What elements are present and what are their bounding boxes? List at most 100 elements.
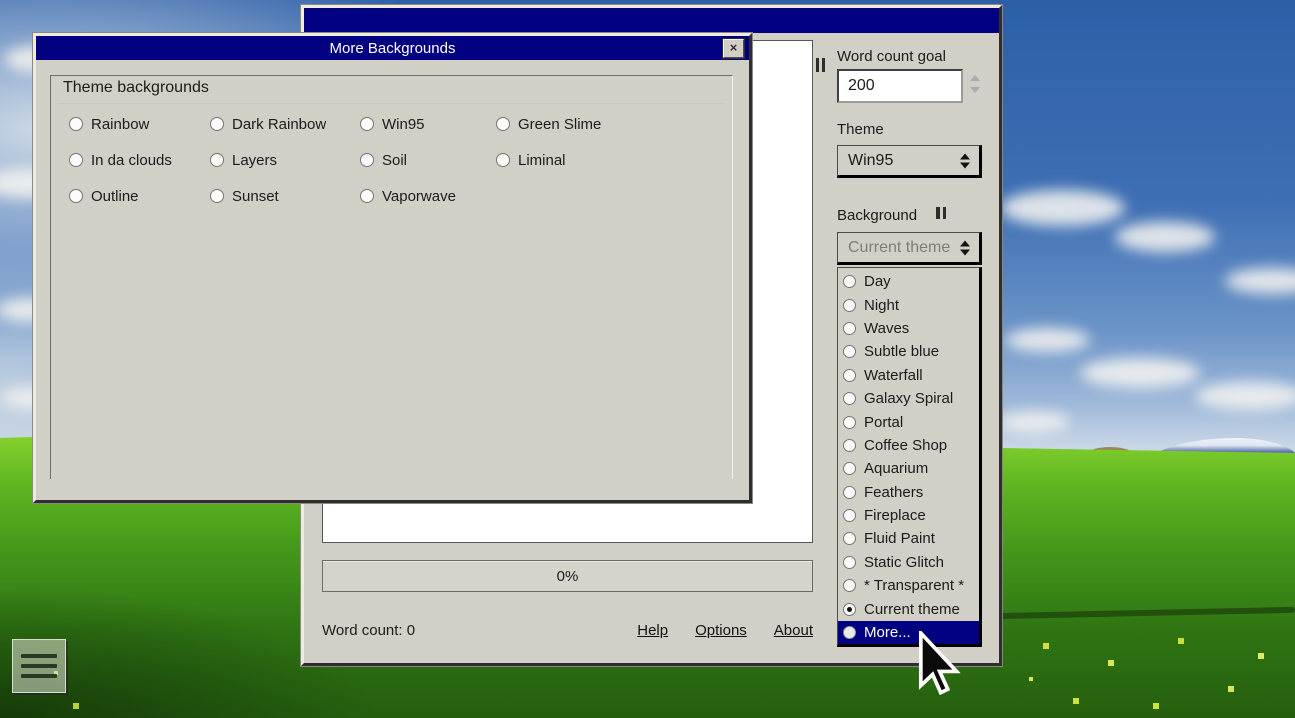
theme-background-option[interactable]: Rainbow	[69, 116, 210, 133]
cloud	[1005, 328, 1090, 352]
background-option-label: Subtle blue	[864, 343, 940, 361]
radio-icon	[843, 275, 856, 289]
theme-select[interactable]: Win95	[837, 145, 982, 178]
theme-background-option-label: Vaporwave	[382, 187, 456, 205]
background-option[interactable]: Coffee Shop	[838, 434, 979, 457]
hamburger-icon	[21, 654, 57, 678]
background-option[interactable]: Night	[838, 293, 979, 316]
theme-background-option-label: Green Slime	[518, 115, 602, 133]
desktop-menu-button[interactable]	[12, 639, 66, 693]
footer-links: Help Options About	[637, 622, 813, 639]
footer-link[interactable]: Options	[695, 622, 747, 639]
pause-icon[interactable]	[816, 58, 825, 72]
select-arrows-icon	[960, 153, 970, 168]
radio-icon	[496, 117, 510, 131]
desktop: 0% Word count: 0 Help Options About Word c…	[0, 0, 1295, 718]
theme-background-option-label: Outline	[91, 187, 139, 205]
background-option-label: * Transparent *	[864, 577, 965, 595]
theme-background-option[interactable]: Green Slime	[496, 115, 602, 133]
footer-row: Word count: 0 Help Options About	[322, 622, 813, 639]
theme-background-option[interactable]: Vaporwave	[360, 187, 496, 205]
spinner-up-icon[interactable]	[970, 75, 981, 82]
background-label: Background	[837, 207, 918, 224]
radio-icon	[843, 298, 856, 312]
background-option-label: Fireplace	[864, 507, 926, 525]
theme-background-option-label: Liminal	[518, 151, 566, 169]
radio-icon	[496, 153, 510, 167]
theme-background-option-label: Sunset	[232, 187, 279, 205]
word-count-progressbar: 0%	[322, 560, 813, 592]
cloud	[1000, 190, 1125, 226]
background-options-list: Day Night Waves Subtle blue Waterfall Ga…	[837, 267, 982, 647]
theme-select-value: Win95	[848, 151, 894, 169]
radio-icon	[843, 321, 856, 335]
theme-background-option[interactable]: Liminal	[496, 151, 601, 169]
radio-icon	[210, 117, 224, 131]
background-option[interactable]: Static Glitch	[838, 551, 979, 574]
radio-icon	[843, 532, 856, 546]
main-window-titlebar[interactable]	[304, 8, 999, 33]
background-option[interactable]: Fluid Paint	[838, 527, 979, 550]
more-backgrounds-dialog: More Backgrounds × Theme backgrounds Rai…	[33, 33, 752, 503]
radio-icon	[210, 189, 224, 203]
word-count-goal-input[interactable]	[837, 69, 963, 103]
radio-icon	[69, 189, 83, 203]
theme-background-option[interactable]: Dark Rainbow	[210, 115, 360, 133]
theme-background-option[interactable]: Layers	[210, 151, 360, 169]
groupbox-divider	[57, 103, 724, 104]
background-option[interactable]: Portal	[838, 410, 979, 433]
theme-background-option[interactable]: Win95	[360, 116, 496, 133]
theme-background-option[interactable]: Outline	[69, 187, 210, 205]
radio-icon	[69, 153, 83, 167]
goal-spinner	[970, 75, 981, 93]
background-option-label: Aquarium	[864, 460, 929, 478]
footer-link[interactable]: About	[774, 622, 813, 639]
background-option[interactable]: Feathers	[838, 481, 979, 504]
background-option[interactable]: Waterfall	[838, 364, 979, 387]
background-option[interactable]: Waves	[838, 317, 979, 340]
theme-background-option[interactable]: In da clouds	[69, 152, 210, 169]
background-option-label: Portal	[864, 413, 904, 431]
background-option-label: Day	[864, 273, 891, 291]
theme-background-option[interactable]: Sunset	[210, 187, 360, 205]
background-pause-icon[interactable]	[936, 207, 946, 219]
background-option[interactable]: Day	[838, 270, 979, 293]
theme-background-option-label: Layers	[232, 151, 278, 169]
cloud	[1080, 358, 1200, 388]
background-option[interactable]: * Transparent *	[838, 574, 979, 597]
background-option[interactable]: Galaxy Spiral	[838, 387, 979, 410]
theme-background-option-label: Dark Rainbow	[232, 115, 327, 133]
radio-icon	[843, 485, 856, 499]
spinner-down-icon[interactable]	[970, 86, 981, 93]
background-option-label: Fluid Paint	[864, 530, 935, 548]
background-option-label: Galaxy Spiral	[864, 390, 954, 408]
radio-icon	[843, 462, 856, 476]
theme-background-option[interactable]: Soil	[360, 151, 496, 169]
radio-icon	[69, 117, 83, 131]
background-option-label: More...	[864, 624, 911, 642]
background-option-label: Feathers	[864, 483, 924, 501]
radio-icon	[360, 153, 374, 167]
wallpaper-flowers	[0, 0, 2, 2]
background-option[interactable]: Current theme	[838, 597, 979, 620]
footer-link[interactable]: Help	[637, 622, 668, 639]
background-option[interactable]: Fireplace	[838, 504, 979, 527]
theme-label: Theme	[837, 121, 884, 138]
radio-icon	[360, 189, 374, 203]
background-select-value: Current theme	[848, 238, 951, 256]
close-icon[interactable]: ×	[723, 39, 744, 58]
background-option-label: Waterfall	[864, 366, 923, 384]
progress-percent-label: 0%	[556, 567, 579, 585]
background-option[interactable]: Subtle blue	[838, 340, 979, 363]
radio-icon	[210, 153, 224, 167]
background-select[interactable]: Current theme	[837, 232, 982, 265]
background-option[interactable]: Aquarium	[838, 457, 979, 480]
radio-icon	[843, 509, 856, 523]
dialog-titlebar[interactable]: More Backgrounds ×	[36, 36, 749, 60]
radio-icon	[360, 117, 374, 131]
cloud	[1195, 382, 1295, 410]
background-option[interactable]: More...	[838, 620, 979, 644]
theme-background-option-label: Soil	[382, 151, 408, 169]
dialog-title: More Backgrounds	[329, 39, 456, 57]
cloud	[998, 412, 1070, 432]
